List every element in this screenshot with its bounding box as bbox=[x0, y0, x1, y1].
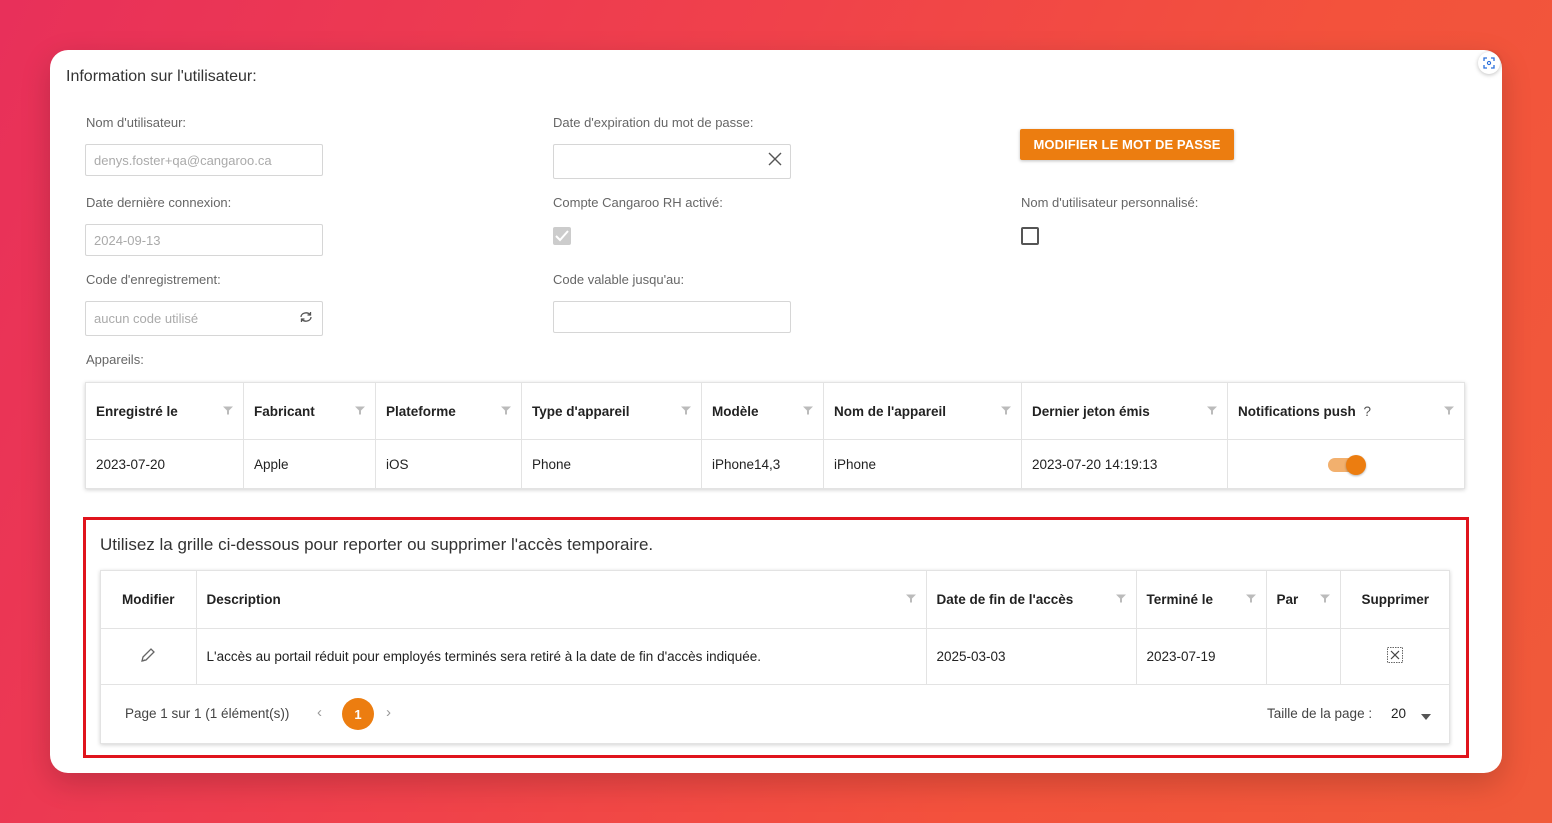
refresh-icon[interactable] bbox=[298, 309, 314, 328]
devices-grid: Enregistré le Fabricant Plateforme Type … bbox=[85, 382, 1465, 489]
code-valid-label: Code valable jusqu'au: bbox=[553, 272, 685, 287]
clear-icon[interactable] bbox=[768, 152, 782, 169]
device-push-cell bbox=[1227, 439, 1465, 489]
col-registered[interactable]: Enregistré le bbox=[85, 382, 244, 440]
col-description[interactable]: Description bbox=[196, 571, 927, 629]
page-1-button[interactable]: 1 bbox=[342, 698, 374, 730]
temp-access-by bbox=[1266, 628, 1341, 685]
user-info-card: Information sur l'utilisateur: Nom d'uti… bbox=[50, 50, 1502, 773]
filter-icon[interactable] bbox=[1444, 404, 1454, 419]
device-platform: iOS bbox=[375, 439, 522, 489]
edit-cell bbox=[101, 628, 197, 685]
col-last-token[interactable]: Dernier jeton émis bbox=[1021, 382, 1228, 440]
device-row: 2023-07-20 Apple iOS Phone iPhone14,3 iP… bbox=[85, 439, 1465, 489]
last-login-field: 2024-09-13 bbox=[85, 224, 323, 256]
username-field[interactable]: denys.foster+qa@cangaroo.ca bbox=[85, 144, 323, 176]
device-name: iPhone bbox=[823, 439, 1022, 489]
col-platform[interactable]: Plateforme bbox=[375, 382, 522, 440]
last-login-label: Date dernière connexion: bbox=[86, 195, 232, 210]
col-delete: Supprimer bbox=[1340, 571, 1450, 629]
custom-username-label: Nom d'utilisateur personnalisé: bbox=[1021, 195, 1199, 210]
col-by[interactable]: Par bbox=[1266, 571, 1341, 629]
caret-down-icon[interactable] bbox=[1421, 708, 1431, 723]
change-password-button[interactable]: MODIFIER LE MOT DE PASSE bbox=[1020, 129, 1234, 160]
filter-icon[interactable] bbox=[1245, 592, 1256, 607]
delete-icon[interactable] bbox=[1386, 646, 1404, 667]
col-model[interactable]: Modèle bbox=[701, 382, 824, 440]
reg-code-label: Code d'enregistrement: bbox=[86, 272, 221, 287]
section-title: Information sur l'utilisateur: bbox=[66, 68, 257, 85]
screenshot-scan-icon[interactable] bbox=[1478, 52, 1500, 74]
col-device-type[interactable]: Type d'appareil bbox=[521, 382, 702, 440]
push-notifications-toggle[interactable] bbox=[1328, 454, 1366, 475]
custom-username-checkbox[interactable] bbox=[1021, 227, 1039, 245]
col-access-end-date[interactable]: Date de fin de l'accès bbox=[926, 571, 1137, 629]
devices-label: Appareils: bbox=[86, 352, 144, 367]
col-modify: Modifier bbox=[101, 571, 197, 629]
temp-access-grid: Modifier Description Date de fin de l'ac… bbox=[100, 570, 1450, 744]
filter-icon[interactable] bbox=[681, 404, 691, 419]
temp-access-end-date: 2025-03-03 bbox=[926, 628, 1137, 685]
filter-icon[interactable] bbox=[1115, 592, 1126, 607]
col-device-name[interactable]: Nom de l'appareil bbox=[823, 382, 1022, 440]
username-label: Nom d'utilisateur: bbox=[86, 115, 187, 130]
filter-icon[interactable] bbox=[803, 404, 813, 419]
filter-icon[interactable] bbox=[223, 404, 233, 419]
temp-access-title: Utilisez la grille ci-dessous pour repor… bbox=[100, 535, 654, 554]
temp-access-header-row: Modifier Description Date de fin de l'ac… bbox=[101, 571, 1450, 629]
code-valid-field[interactable] bbox=[553, 301, 791, 333]
reg-code-value: aucun code utilisé bbox=[94, 311, 199, 326]
page-size-label: Taille de la page : bbox=[1267, 706, 1373, 721]
filter-icon[interactable] bbox=[355, 404, 365, 419]
chevron-left-icon[interactable]: ‹ bbox=[317, 704, 322, 721]
filter-icon[interactable] bbox=[501, 404, 511, 419]
col-push-notifications[interactable]: Notifications push ? bbox=[1227, 382, 1465, 440]
device-model: iPhone14,3 bbox=[701, 439, 824, 489]
filter-icon[interactable] bbox=[1319, 592, 1330, 607]
table-row: L'accès au portail réduit pour employés … bbox=[101, 628, 1450, 685]
delete-cell bbox=[1340, 628, 1450, 685]
filter-icon[interactable] bbox=[1001, 404, 1011, 419]
chevron-right-icon[interactable]: › bbox=[386, 704, 391, 721]
device-manufacturer: Apple bbox=[243, 439, 376, 489]
temp-access-description: L'accès au portail réduit pour employés … bbox=[196, 628, 927, 685]
page-size-select[interactable]: 20 bbox=[1391, 706, 1406, 721]
hr-account-label: Compte Cangaroo RH activé: bbox=[553, 195, 723, 210]
pwd-expiration-field[interactable] bbox=[553, 144, 791, 179]
filter-icon[interactable] bbox=[1207, 404, 1217, 419]
device-last-token: 2023-07-20 14:19:13 bbox=[1021, 439, 1228, 489]
help-icon[interactable]: ? bbox=[1364, 404, 1372, 419]
pencil-icon[interactable] bbox=[139, 647, 157, 667]
col-manufacturer[interactable]: Fabricant bbox=[243, 382, 376, 440]
col-terminated[interactable]: Terminé le bbox=[1136, 571, 1267, 629]
last-login-value: 2024-09-13 bbox=[94, 232, 161, 248]
filter-icon[interactable] bbox=[905, 592, 916, 607]
hr-account-checkbox[interactable] bbox=[553, 227, 571, 245]
temp-access-terminated: 2023-07-19 bbox=[1136, 628, 1267, 685]
pager: Page 1 sur 1 (1 élément(s)) ‹ 1 › Taille… bbox=[101, 684, 1450, 744]
devices-header-row: Enregistré le Fabricant Plateforme Type … bbox=[85, 382, 1465, 440]
reg-code-field[interactable]: aucun code utilisé bbox=[85, 301, 323, 336]
device-type: Phone bbox=[521, 439, 702, 489]
device-registered: 2023-07-20 bbox=[85, 439, 244, 489]
pwd-expiration-label: Date d'expiration du mot de passe: bbox=[553, 115, 754, 130]
pager-info: Page 1 sur 1 (1 élément(s)) bbox=[125, 706, 290, 721]
username-value: denys.foster+qa@cangaroo.ca bbox=[94, 152, 272, 168]
